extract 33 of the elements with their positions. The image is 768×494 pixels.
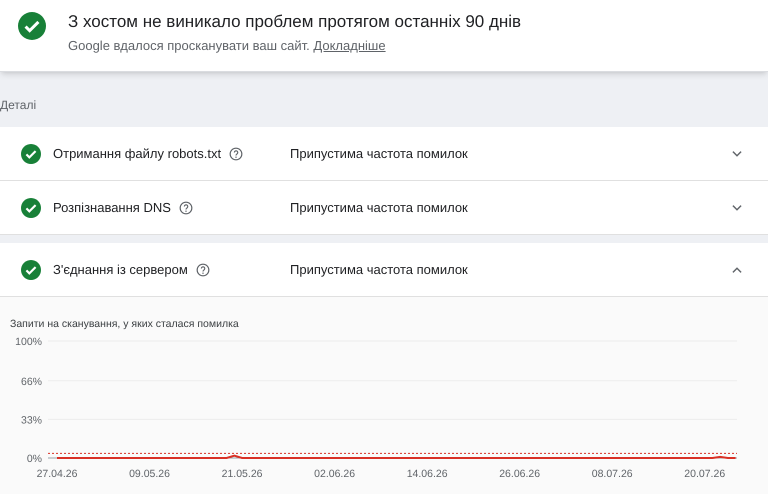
check-circle-icon [21, 144, 41, 164]
y-tick-label: 66% [20, 376, 42, 388]
x-tick-label: 09.05.26 [129, 468, 170, 480]
check-row[interactable]: Отримання файлу robots.txt Припустима частота помилок [0, 127, 768, 181]
x-tick-label: 26.06.26 [499, 468, 540, 480]
y-tick-label: 0% [26, 452, 42, 465]
check-name: Отримання файлу robots.txt [53, 144, 222, 163]
x-tick-label: 21.05.26 [222, 468, 262, 480]
check-name: Розпізнавання DNS [53, 198, 171, 217]
help-icon[interactable] [229, 146, 244, 160]
check-circle-icon [21, 198, 41, 218]
check-circle-icon [18, 12, 46, 40]
chart-title: Запити на сканування, у яких сталася помилка [9, 317, 239, 332]
summary-title: З хостом не виникало проблем протягом останніх 90 днів [68, 11, 522, 33]
x-tick-label: 27.04.26 [36, 468, 78, 480]
check-status: Припустима частота помилок [290, 260, 469, 279]
help-icon[interactable] [178, 200, 193, 214]
check-circle-icon [21, 260, 41, 280]
learn-more-link[interactable]: Докладніше [313, 38, 386, 53]
help-icon[interactable] [196, 262, 210, 276]
x-tick-label: 02.06.26 [314, 468, 356, 480]
check-name: З'єднання із сервером [53, 260, 188, 279]
details-label: Деталі [0, 97, 36, 114]
x-tick-label: 08.07.26 [592, 468, 633, 480]
check-status: Припустима частота помилок [290, 144, 469, 163]
check-status: Припустима частота помилок [290, 198, 469, 217]
x-tick-label: 14.06.26 [406, 468, 448, 480]
x-tick-label: 20.07.26 [684, 468, 726, 480]
y-tick-label: 100% [15, 336, 42, 348]
y-tick-label: 33% [20, 414, 42, 426]
summary-text: Google вдалося просканувати ваш сайт. [68, 38, 310, 53]
check-row[interactable]: З'єднання із сервером Припустима частота помилок [0, 243, 768, 297]
check-row[interactable]: Розпізнавання DNS Припустима частота помилок [0, 181, 768, 235]
